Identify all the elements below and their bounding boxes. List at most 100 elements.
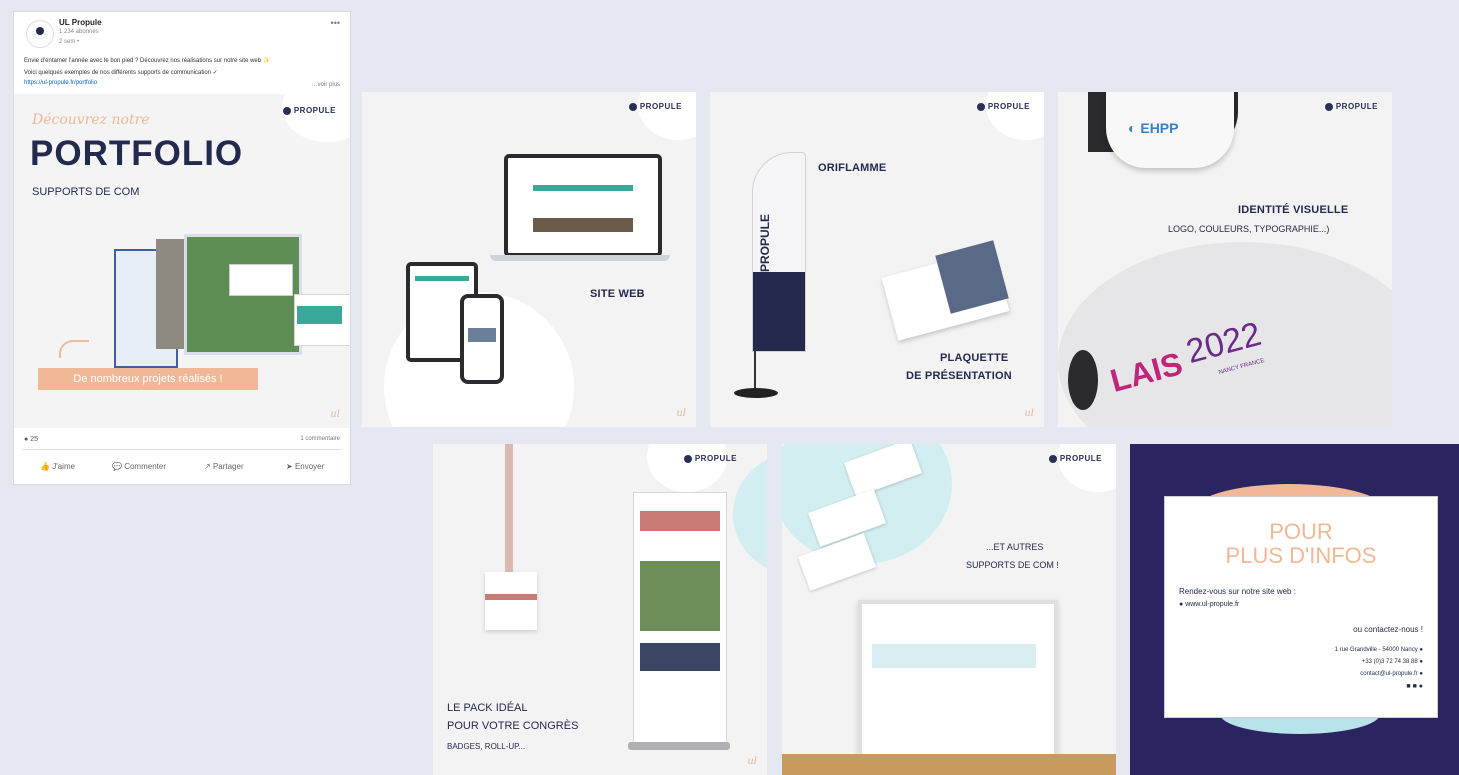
linkedin-icon[interactable]: ■	[1406, 683, 1410, 690]
comment-label: Commenter	[124, 462, 166, 471]
like-label: J'aime	[52, 462, 76, 471]
counter-image	[297, 306, 342, 324]
autres-label-1: ...ET AUTRES	[986, 542, 1044, 552]
post-time: 2 sem •	[59, 39, 80, 45]
flag-base	[734, 388, 778, 398]
more-options-icon[interactable]: •••	[331, 18, 340, 28]
share-button[interactable]: ↗ Partager	[204, 462, 244, 471]
cover-script-text: Découvrez notre	[32, 112, 150, 128]
pack-label-2: POUR VOTRE CONGRÈS	[447, 720, 579, 732]
see-more-link[interactable]: …voir plus	[312, 82, 340, 88]
avatar[interactable]	[26, 20, 54, 48]
contact-phone[interactable]: +33 (0)3 72 74 38 88 ●	[1362, 659, 1423, 665]
like-button[interactable]: 👍 J'aime	[40, 462, 75, 471]
post-text-line-2: Voici quelques exemples de nos différent…	[24, 70, 218, 76]
card-pack-congres[interactable]: PROPULE LE PACK IDÉAL POUR VOTRE CONGRÈS…	[433, 444, 767, 775]
arrow-icon	[59, 340, 89, 358]
send-button[interactable]: ➤ Envoyer	[286, 462, 324, 471]
card-autres-supports[interactable]: PROPULE ...ET AUTRES SUPPORTS DE COM !	[782, 444, 1116, 775]
tablet-band	[415, 276, 469, 281]
phone-image	[460, 294, 504, 384]
brand-logo: PROPULE	[1048, 454, 1102, 463]
banner-image	[229, 264, 293, 296]
plaquette-label-2: DE PRÉSENTATION	[906, 370, 1012, 382]
contact-email[interactable]: contact@ul-propule.fr ●	[1360, 671, 1423, 677]
cover-title: PORTFOLIO	[30, 134, 244, 173]
contact-title-1: POUR	[1269, 519, 1333, 544]
certificate-frame	[858, 600, 1058, 760]
signature: ul	[747, 756, 757, 767]
cover-subtitle: SUPPORTS DE COM	[32, 186, 140, 198]
laptop-base	[490, 255, 670, 261]
signature: ul	[1024, 408, 1034, 419]
post-link[interactable]: https://ul-propule.fr/portfolio	[24, 80, 97, 86]
divider	[22, 449, 342, 450]
decorative-circle	[733, 454, 767, 574]
phone-icon: ●	[1419, 659, 1423, 665]
rollup-photo	[640, 561, 720, 631]
contact-address: 1 rue Grandville - 54000 Nancy ●	[1335, 647, 1423, 653]
contact-title-2: PLUS D'INFOS	[1225, 543, 1377, 568]
brand-logo: PROPULE	[628, 102, 682, 111]
card-oriflamme[interactable]: PROPULE PROPULE ORIFLAMME PLAQUETTE DE P…	[710, 92, 1044, 427]
brand-icon	[683, 454, 692, 463]
shelf	[782, 754, 1116, 775]
mail-icon: ●	[1419, 671, 1423, 677]
ehpp-text: EHPP	[1140, 120, 1179, 136]
autres-label-2: SUPPORTS DE COM !	[966, 560, 1059, 570]
comments-count[interactable]: 1 commentaire	[300, 436, 340, 442]
social-icons[interactable]: ■ ■ ●	[1406, 683, 1423, 690]
portfolio-cover[interactable]: PROPULE Découvrez notre PORTFOLIO SUPPOR…	[14, 94, 350, 428]
address-text: 1 rue Grandville - 54000 Nancy	[1334, 647, 1418, 653]
reactions-count: ● 25	[24, 436, 38, 443]
site-web-label: SITE WEB	[590, 288, 645, 300]
brand-logo: PROPULE	[683, 454, 737, 463]
pack-label-3: BADGES, ROLL-UP...	[447, 742, 526, 751]
flag-text: PROPULE	[758, 213, 772, 272]
contact-or: ou contactez-nous !	[1353, 625, 1423, 634]
contact-panel: POUR PLUS D'INFOS Rendez-vous sur notre …	[1164, 496, 1438, 718]
ehpp-logo: ◐ EHPP	[1128, 120, 1179, 136]
logo-icon	[36, 27, 44, 35]
phone-text: +33 (0)3 72 74 38 88	[1361, 659, 1418, 665]
flag-pole	[754, 350, 756, 390]
laptop-image	[504, 154, 662, 257]
card-contact[interactable]: POUR PLUS D'INFOS Rendez-vous sur notre …	[1130, 444, 1459, 775]
badge-image	[485, 572, 537, 630]
badge-band	[485, 594, 537, 600]
brand-icon	[1324, 102, 1333, 111]
brand-icon	[976, 102, 985, 111]
card-identite-visuelle[interactable]: ◐ EHPP PROPULE IDENTITÉ VISUELLE LOGO, C…	[1058, 92, 1392, 427]
contact-visit-text: Rendez-vous sur notre site web :	[1179, 587, 1296, 596]
rollup-info	[640, 643, 720, 671]
comment-button[interactable]: 💬 Commenter	[112, 462, 166, 471]
rollup-image	[633, 492, 727, 746]
rollup-base	[628, 742, 730, 750]
email-text: contact@ul-propule.fr	[1360, 671, 1418, 677]
location-icon: ●	[1419, 647, 1423, 653]
globe-icon: ●	[1179, 601, 1184, 608]
oriflamme-label: ORIFLAMME	[818, 162, 887, 174]
instagram-icon[interactable]: ●	[1419, 683, 1423, 690]
page-name[interactable]: UL Propule	[59, 18, 102, 27]
paper-ball-shadow	[1068, 350, 1098, 410]
signature: ul	[330, 409, 340, 420]
url-text: www.ul-propule.fr	[1185, 601, 1240, 608]
twitter-icon[interactable]: ■	[1413, 683, 1417, 690]
contact-url[interactable]: ● www.ul-propule.fr	[1179, 601, 1239, 608]
brand-icon	[282, 106, 291, 115]
brand-icon	[628, 102, 637, 111]
post-text-line-1: Envie d'entamer l'année avec le bon pied…	[24, 58, 271, 64]
identite-label-2: LOGO, COULEURS, TYPOGRAPHIE...)	[1168, 224, 1330, 234]
reactions-number: 25	[30, 436, 38, 443]
brand-logo: PROPULE	[1324, 102, 1378, 111]
rollup-header	[640, 511, 720, 531]
share-label: Partager	[212, 462, 244, 471]
card-site-web[interactable]: PROPULE SITE WEB ul	[362, 92, 696, 427]
certificate-band	[872, 644, 1036, 668]
laptop-screen-band	[533, 218, 633, 232]
brand-logo: PROPULE	[282, 106, 336, 115]
plaquette-label-1: PLAQUETTE	[940, 352, 1009, 364]
signature: ul	[676, 408, 686, 419]
send-label: Envoyer	[294, 462, 325, 471]
